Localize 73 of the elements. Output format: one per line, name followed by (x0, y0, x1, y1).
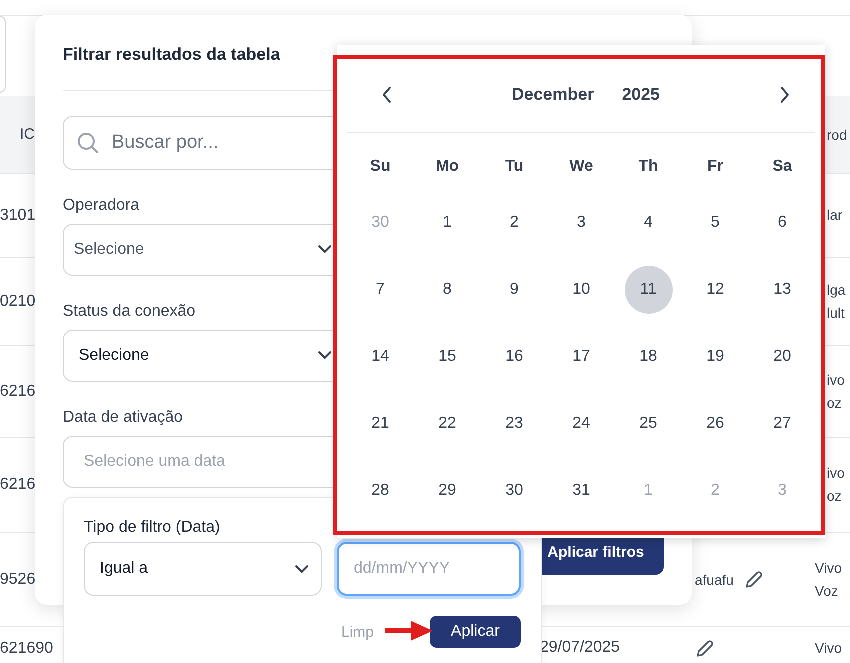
calendar-day[interactable]: 22 (424, 400, 472, 448)
calendar-day[interactable]: 16 (490, 332, 538, 380)
calendar-day[interactable]: 2 (490, 198, 538, 246)
table-cell: afuafu (695, 572, 734, 588)
weekday-label: Tu (505, 158, 524, 175)
apply-button[interactable]: Aplicar (430, 616, 521, 648)
calendar-day[interactable]: 9 (490, 266, 538, 314)
table-cell: 29/07/2025 (540, 638, 620, 656)
column-header: IC (20, 126, 35, 143)
calendar-day[interactable]: 24 (558, 400, 606, 448)
chevron-down-icon (318, 351, 332, 360)
weekday-label: Sa (772, 158, 792, 175)
chevron-down-icon (318, 245, 332, 254)
weekday-label: Su (370, 158, 391, 175)
calendar-day[interactable]: 11 (624, 266, 672, 314)
calendar-day[interactable]: 8 (424, 266, 472, 314)
table-cell: 6216 (0, 476, 36, 493)
pencil-icon[interactable] (744, 570, 764, 590)
calendar-day[interactable]: 29 (424, 466, 472, 514)
pointer-arrow (383, 619, 435, 643)
panel-title: Filtrar resultados da tabela (63, 44, 280, 66)
calendar-day[interactable]: 30 (490, 466, 538, 514)
calendar-day[interactable]: 12 (692, 266, 740, 314)
table-cell: 0210 (0, 292, 36, 310)
table-cell: 6216 (0, 382, 36, 400)
calendar-day[interactable]: 15 (424, 332, 472, 380)
search-icon (77, 132, 99, 154)
calendar-day[interactable]: 31 (558, 466, 606, 514)
table-cell-text: ivo oz (827, 370, 846, 412)
weekday-label: We (570, 158, 594, 175)
calendar-day[interactable]: 13 (758, 266, 806, 314)
calendar-day[interactable]: 27 (758, 400, 806, 448)
calendar-day[interactable]: 10 (558, 266, 606, 314)
table-cell: 621690 (0, 640, 54, 656)
field-label: Status da conexão (63, 302, 196, 322)
calendar-day[interactable]: 19 (692, 332, 740, 380)
calendar-day[interactable]: 18 (624, 332, 672, 380)
weekday-label: Fr (708, 158, 724, 175)
column-header: rod (827, 126, 848, 142)
table-cell: 3101 (0, 206, 36, 224)
calendar-day[interactable]: 23 (490, 400, 538, 448)
calendar-day[interactable]: 25 (624, 400, 672, 448)
calendar-day[interactable]: 14 (356, 332, 404, 380)
field-label: Tipo de filtro (Data) (84, 518, 222, 538)
table-cell-text: lga lult (827, 280, 847, 322)
year-label[interactable]: 2025 (622, 84, 660, 104)
table-cell-text: Vivo Voz (815, 558, 843, 600)
table-cell-text: lar (827, 206, 844, 225)
month-label[interactable]: December (512, 84, 594, 104)
weekday-label: Mo (436, 158, 460, 175)
table-cell: 9526 (0, 570, 36, 588)
calendar-day[interactable]: 28 (356, 466, 404, 514)
filter-type-select[interactable]: Igual a (84, 542, 322, 596)
chevron-right-icon[interactable] (778, 86, 791, 104)
chevron-left-icon[interactable] (381, 86, 393, 104)
calendar-day[interactable]: 21 (356, 400, 404, 448)
table-cell-text: ivo oz (827, 464, 846, 506)
table-cell-text: Vivo (815, 639, 843, 658)
calendar-day[interactable]: 1 (424, 198, 472, 246)
field-label: Operadora (63, 196, 140, 216)
calendar-day[interactable]: 26 (692, 400, 740, 448)
calendar-day[interactable]: 5 (692, 198, 740, 246)
calendar-day[interactable]: 17 (558, 332, 606, 380)
calendar-day[interactable]: 6 (758, 198, 806, 246)
weekday-label: Th (638, 158, 658, 175)
pencil-icon[interactable] (695, 638, 715, 658)
calendar-day[interactable]: 3 (558, 198, 606, 246)
date-input[interactable]: dd/mm/YYYY (337, 542, 521, 596)
calendar-day[interactable]: 7 (356, 266, 404, 314)
calendar-day[interactable]: 4 (624, 198, 672, 246)
calendar-day[interactable]: 20 (758, 332, 806, 380)
chevron-down-icon (295, 564, 309, 574)
field-label: Data de ativação (63, 408, 184, 428)
